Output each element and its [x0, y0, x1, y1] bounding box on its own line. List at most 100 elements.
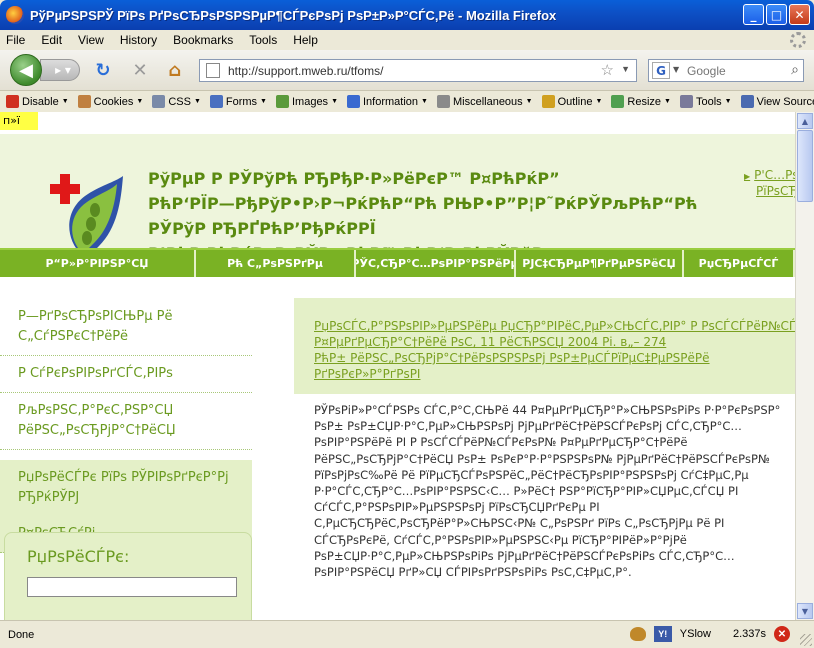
- devbar-item[interactable]: Outline ▼: [541, 95, 603, 108]
- back-button[interactable]: ◀: [10, 54, 42, 86]
- dropdown-arrow-icon: ▼: [260, 98, 267, 105]
- url-bar[interactable]: http://support.mweb.ru/tfoms/ ☆ ▼: [199, 59, 637, 82]
- main-content: РџРѕСЃС‚Р°РЅРѕРІР»РµРЅРёРµ РџСЂР°РІРёС‚Р…: [294, 298, 795, 620]
- stop-button[interactable]: ✕: [130, 60, 150, 81]
- devbar-item-label[interactable]: Outline: [558, 96, 593, 108]
- home-button[interactable]: ⌂: [165, 60, 185, 81]
- window-title: РўРµРЅРЅРЎ РїРѕ РґРѕСЂРѕРЅРЅРµР¶СЃРєРѕРј…: [30, 7, 557, 23]
- bom-badge: п»ї: [0, 112, 38, 130]
- menu-view[interactable]: View: [78, 33, 104, 47]
- firefox-icon: [6, 6, 24, 24]
- devbar-item-icon: [611, 95, 625, 108]
- nav-tab[interactable]: Р“Р»Р°РІРЅР°СЏ: [0, 250, 196, 277]
- devbar-item-label[interactable]: Miscellaneous: [453, 96, 523, 108]
- sidebar-item[interactable]: РљРѕРЅС‚Р°РєС‚РЅР°СЏ РёРЅС„РѕСЂРјР°С†РёС…: [0, 393, 252, 450]
- scroll-down-icon[interactable]: ▼: [797, 603, 813, 619]
- site-header: РўРµР Р РЎРўРћ РЂРђР·Р»РёРєР™ Р¤РћРќР” Р…: [0, 134, 795, 263]
- dropdown-arrow-icon: ▼: [724, 98, 732, 105]
- devbar-item-label[interactable]: CSS: [168, 96, 191, 108]
- menu-bookmarks[interactable]: Bookmarks: [173, 33, 233, 47]
- menu-edit[interactable]: Edit: [41, 33, 62, 47]
- dropdown-arrow-icon: ▼: [595, 98, 603, 105]
- menu-help[interactable]: Help: [293, 33, 318, 47]
- menu-history[interactable]: History: [120, 33, 157, 47]
- search-label: РџРѕРёСЃРє:: [27, 547, 130, 566]
- resize-grip[interactable]: [800, 634, 812, 646]
- forward-button[interactable]: ▸ ▾: [40, 59, 80, 81]
- menu-file[interactable]: File: [6, 33, 25, 47]
- sidebar-item[interactable]: Р—РґРѕСЂРѕРІСЊРµ Рё С„СѓРЅРєС†РёРё: [0, 299, 252, 356]
- devbar-item-label[interactable]: View Source: [757, 96, 814, 108]
- dropdown-arrow-icon: ▼: [421, 98, 428, 105]
- reload-button[interactable]: ↻: [93, 60, 113, 81]
- main-text: РЎРѕРіР»Р°СЃРЅРѕ СЃС‚Р°С‚СЊРё 44 Р¤РµРґР…: [314, 403, 781, 580]
- url-dropdown-icon[interactable]: ▼: [621, 64, 630, 74]
- yslow-label[interactable]: YSlow: [680, 628, 711, 640]
- close-button[interactable]: ✕: [789, 4, 810, 25]
- devbar-item-icon: [541, 95, 555, 108]
- dropdown-arrow-icon: ▼: [331, 98, 338, 105]
- devbar-item-label[interactable]: Images: [292, 96, 328, 108]
- search-engine-dropdown-icon[interactable]: ▼: [673, 65, 679, 74]
- devbar-item-label[interactable]: Disable: [22, 96, 59, 108]
- maximize-button[interactable]: □: [766, 4, 787, 25]
- header-portal-link[interactable]: ▶Р'С…РѕРґ РїРѕСЂС‚Р°Р»: [744, 168, 795, 199]
- menu-tools[interactable]: Tools: [249, 33, 277, 47]
- devbar-item-icon: [152, 95, 166, 108]
- back-arrow-icon: ◀: [19, 59, 33, 81]
- main-link[interactable]: РћР± РёРЅС„РѕСЂРјР°С†РёРѕРЅРЅРѕРј РѕР±Рµ…: [314, 350, 795, 366]
- devbar-item-label[interactable]: Resize: [627, 96, 661, 108]
- devbar-item[interactable]: Tools ▼: [679, 95, 732, 108]
- devbar-item-icon: [6, 95, 19, 108]
- forward-arrow-icon: ▸ ▾: [55, 63, 71, 77]
- devbar-item-icon: [209, 95, 223, 108]
- nav-tab[interactable]: Рћ С„РѕРЅРґРµ: [196, 250, 356, 277]
- devbar-item-label[interactable]: Cookies: [94, 96, 134, 108]
- sidebar: Р—РґРѕСЂРѕРІСЊРµ Рё С„СѓРЅРєС†РёРё Р СѓРє…: [0, 299, 252, 553]
- main-link[interactable]: РџРѕСЃС‚Р°РЅРѕРІР»РµРЅРёРµ РџСЂР°РІРёС‚Р…: [314, 318, 795, 334]
- error-icon[interactable]: ✕: [774, 626, 790, 642]
- devbar-item[interactable]: Miscellaneous ▼: [436, 95, 533, 108]
- throbber-icon: [790, 32, 806, 48]
- minimize-button[interactable]: _: [743, 4, 764, 25]
- site-search-input[interactable]: [27, 577, 237, 597]
- nav-tab[interactable]: РЈС‡СЂРµР¶РґРµРЅРёСЏ: [516, 250, 684, 277]
- devbar-item[interactable]: Disable ▼: [6, 95, 69, 108]
- devbar-item-label[interactable]: Tools: [696, 96, 722, 108]
- load-time: 2.337s: [732, 628, 766, 640]
- main-link[interactable]: РґРѕРєР»Р°РґРѕРІ: [314, 366, 795, 382]
- firebug-icon[interactable]: [629, 627, 646, 641]
- dropdown-arrow-icon: ▼: [525, 98, 533, 105]
- main-link[interactable]: Р¤РµРґРµСЂР°С†РёРё РѕС‚ 11 РёСЋРЅСЏ 2004…: [314, 334, 795, 350]
- devbar-item-label[interactable]: Information: [363, 96, 418, 108]
- devbar-item[interactable]: Images ▼: [275, 95, 338, 108]
- devbar-item-label[interactable]: Forms: [226, 96, 257, 108]
- search-panel: РџРѕРёСЃРє:: [4, 532, 252, 620]
- sidebar-item[interactable]: Р СѓРєРѕРІРѕРґСЃС‚РІРѕ: [0, 356, 252, 393]
- nav-tab[interactable]: РџСЂРµСЃСЃ: [684, 250, 795, 277]
- url-text[interactable]: http://support.mweb.ru/tfoms/: [228, 64, 383, 78]
- search-input[interactable]: [687, 63, 782, 78]
- header-link-line[interactable]: Р'С…РѕРґ: [754, 168, 795, 182]
- scroll-thumb[interactable]: [797, 130, 813, 202]
- magnifier-icon[interactable]: ⌕: [791, 62, 799, 78]
- search-bar[interactable]: G ▼ ⌕: [648, 59, 804, 82]
- yslow-icon[interactable]: Y!: [653, 626, 672, 642]
- devbar-item-icon: [679, 95, 693, 108]
- devbar-item[interactable]: Information ▼: [347, 95, 428, 108]
- header-link-line[interactable]: РїРѕСЂС‚Р°Р»: [756, 184, 795, 198]
- sidebar-item[interactable]: РџРѕРёСЃРє РїРѕ РЎРІРѕРґРєР°Рј РЂРќРЎРЈ: [0, 460, 252, 516]
- scroll-up-icon[interactable]: ▲: [797, 113, 813, 129]
- vertical-scrollbar[interactable]: ▲ ▼: [795, 112, 814, 620]
- devbar-item[interactable]: Resize ▼: [611, 95, 671, 108]
- devbar-item[interactable]: Cookies ▼: [77, 95, 144, 108]
- devbar-item[interactable]: Forms ▼: [209, 95, 267, 108]
- nav-tab[interactable]: РЎС‚СЂР°С…РѕРІР°РЅРёРµ: [356, 250, 516, 277]
- status-bar: Done Y! YSlow 2.337s ✕: [0, 620, 814, 648]
- search-engine-icon[interactable]: G: [652, 62, 670, 79]
- devbar-item[interactable]: CSS ▼: [152, 95, 201, 108]
- dropdown-arrow-icon: ▼: [136, 98, 144, 105]
- bookmark-star-icon[interactable]: ☆: [601, 61, 614, 79]
- devbar-item-icon: [347, 95, 360, 108]
- devbar-item[interactable]: View Source▼: [740, 95, 814, 108]
